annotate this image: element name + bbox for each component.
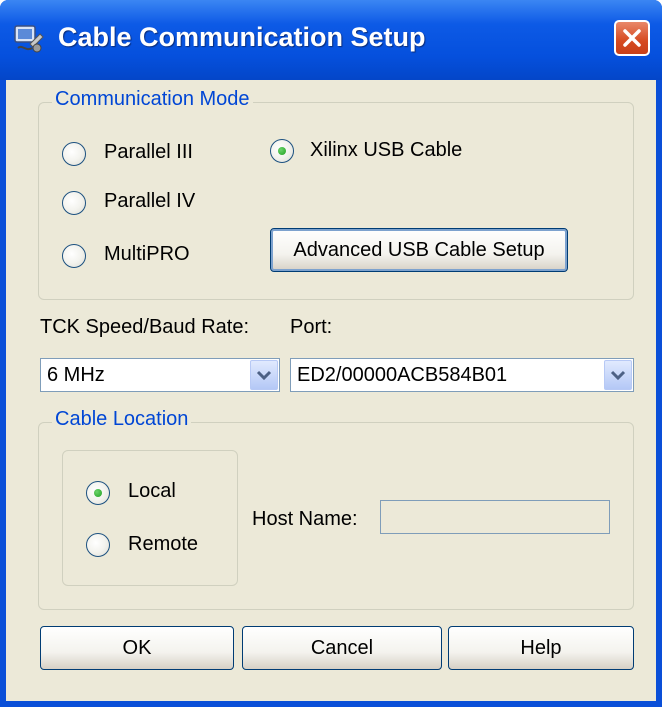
radio-button-selected[interactable] (86, 481, 110, 505)
radio-label[interactable]: Parallel III (104, 141, 193, 164)
help-button[interactable]: Help (448, 626, 634, 670)
host-name-label: Host Name: (252, 508, 358, 530)
title-bar[interactable]: Cable Communication Setup (0, 0, 662, 80)
radio-selected-dot (94, 489, 102, 497)
host-name-input (380, 500, 610, 534)
dialog-body: Communication Mode Parallel III Parallel… (6, 80, 656, 701)
window-title: Cable Communication Setup (58, 22, 426, 52)
chevron-down-icon (610, 370, 626, 381)
radio-selected-dot (278, 147, 286, 155)
ok-button[interactable]: OK (40, 626, 234, 670)
cable-location-title: Cable Location (52, 408, 192, 431)
close-button[interactable] (614, 20, 650, 56)
radio-button[interactable] (62, 191, 86, 215)
speed-dropdown-arrow[interactable] (250, 360, 278, 390)
radio-button[interactable] (62, 244, 86, 268)
speed-value: 6 MHz (47, 364, 105, 386)
radio-label[interactable]: MultiPRO (104, 243, 190, 266)
radio-label[interactable]: Xilinx USB Cable (310, 139, 462, 162)
radio-button-selected[interactable] (270, 139, 294, 163)
port-dropdown-arrow[interactable] (604, 360, 632, 390)
radio-button[interactable] (86, 533, 110, 557)
app-icon (14, 25, 44, 53)
radio-button[interactable] (62, 142, 86, 166)
port-value: ED2/00000ACB584B01 (297, 364, 508, 386)
port-dropdown[interactable]: ED2/00000ACB584B01 (290, 358, 634, 392)
radio-label[interactable]: Remote (128, 533, 198, 556)
location-options-box (62, 450, 238, 586)
speed-dropdown[interactable]: 6 MHz (40, 358, 280, 392)
close-icon (623, 29, 641, 47)
radio-label[interactable]: Parallel IV (104, 190, 195, 213)
speed-label: TCK Speed/Baud Rate: (40, 316, 250, 338)
communication-mode-title: Communication Mode (52, 88, 253, 111)
radio-label[interactable]: Local (128, 480, 176, 503)
port-label: Port: (290, 316, 333, 338)
cancel-button[interactable]: Cancel (242, 626, 442, 670)
dialog-window: Cable Communication Setup Communication … (0, 0, 662, 707)
chevron-down-icon (256, 370, 272, 381)
advanced-usb-cable-setup-button[interactable]: Advanced USB Cable Setup (270, 228, 568, 272)
